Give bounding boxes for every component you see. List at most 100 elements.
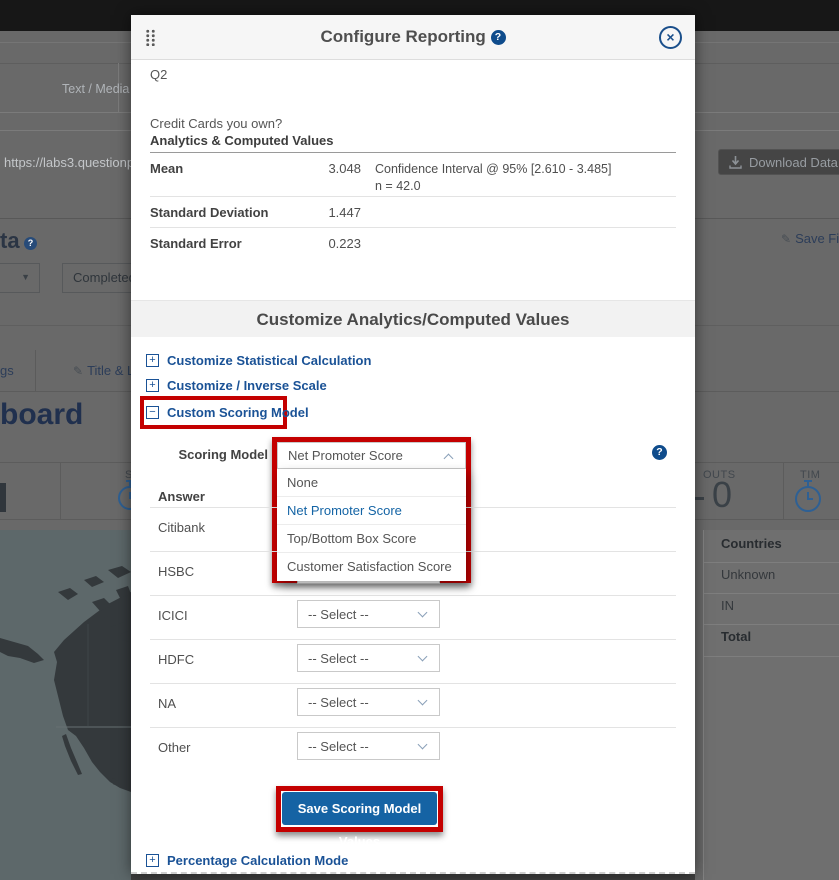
divider <box>150 152 676 153</box>
select-placeholder: -- Select -- <box>308 739 369 754</box>
countries-total-row: Total <box>704 629 839 644</box>
divider <box>150 683 676 684</box>
title-layout-label: Title & L <box>87 363 134 378</box>
section-percentage-calculation-mode[interactable]: + Percentage Calculation Mode <box>146 853 348 868</box>
background-behind-modal <box>131 874 695 880</box>
download-data-label: Download Data <box>749 155 838 170</box>
select-placeholder: -- Select -- <box>308 651 369 666</box>
divider <box>704 656 839 657</box>
expand-icon: + <box>146 854 159 867</box>
help-icon[interactable]: ? <box>652 445 667 460</box>
dropdown-option-customer-satisfaction-score[interactable]: Customer Satisfaction Score <box>277 553 466 581</box>
stat-label: Standard Error <box>150 236 242 251</box>
divider <box>704 562 839 563</box>
divider <box>150 227 676 228</box>
text-media-dropdown[interactable]: Text / Media ▾ <box>62 81 139 96</box>
data-heading-text: ta <box>0 228 20 253</box>
pencil-icon: ✎ <box>781 232 791 246</box>
confidence-interval: Confidence Interval @ 95% [2.610 - 3.485… <box>375 161 611 178</box>
stat-note: Confidence Interval @ 95% [2.610 - 3.485… <box>375 161 611 195</box>
screen: Text / Media ▾ https://labs3.questionpr … <box>0 0 839 880</box>
answer-select-other[interactable]: -- Select -- <box>297 732 440 760</box>
analytics-header: Analytics & Computed Values <box>150 133 334 148</box>
answer-row-label: HSBC <box>158 564 194 579</box>
dropdown-option-net-promoter-score[interactable]: Net Promoter Score <box>277 497 466 525</box>
divider <box>704 593 839 594</box>
data-page-heading: ta ? <box>0 228 37 254</box>
answer-select-icici[interactable]: -- Select -- <box>297 600 440 628</box>
expand-icon: + <box>146 354 159 367</box>
world-map[interactable] <box>0 530 131 880</box>
section-label: Custom Scoring Model <box>167 405 309 420</box>
save-scoring-model-button[interactable]: Save Scoring Model Values <box>282 792 437 825</box>
help-icon[interactable]: ? <box>24 237 37 250</box>
chevron-down-icon <box>418 652 428 662</box>
chevron-down-icon <box>418 608 428 618</box>
answer-select-hdfc[interactable]: -- Select -- <box>297 644 440 672</box>
countries-header: Countries <box>704 536 839 551</box>
section-label: Percentage Calculation Mode <box>167 853 348 868</box>
pencil-icon: ✎ <box>73 364 83 378</box>
section-customize-inverse-scale[interactable]: + Customize / Inverse Scale <box>146 378 327 393</box>
answer-column-header: Answer <box>158 489 205 504</box>
scoring-model-select[interactable]: Net Promoter Score <box>277 442 466 469</box>
section-label: Customize / Inverse Scale <box>167 378 327 393</box>
divider <box>150 727 676 728</box>
modal-title-row: Configure Reporting ? <box>131 27 695 47</box>
customize-section-header: Customize Analytics/Computed Values <box>131 300 695 337</box>
section-customize-statistical-calculation[interactable]: + Customize Statistical Calculation <box>146 353 371 368</box>
stopwatch-icon <box>792 479 824 515</box>
divider <box>60 462 61 519</box>
scoring-model-selected-value: Net Promoter Score <box>288 448 403 463</box>
scoring-model-label: Scoring Model <box>161 447 268 462</box>
divider <box>35 350 36 391</box>
answer-row-label: NA <box>158 696 176 711</box>
settings-tab[interactable]: gs <box>0 363 14 378</box>
chevron-up-icon <box>444 454 454 464</box>
country-row[interactable]: Unknown <box>704 567 839 582</box>
stat-value: 0.223 <box>291 236 361 251</box>
divider <box>150 639 676 640</box>
help-icon[interactable]: ? <box>491 30 506 45</box>
stat-dash <box>695 497 704 500</box>
title-layout-tab[interactable]: ✎ Title & L <box>73 363 134 378</box>
answer-row-label: HDFC <box>158 652 194 667</box>
select-placeholder: -- Select -- <box>308 607 369 622</box>
configure-reporting-modal: Configure Reporting ? × Q2 Credit Cards … <box>131 15 695 874</box>
close-icon[interactable]: × <box>659 26 682 49</box>
stat-label: Mean <box>150 161 183 176</box>
countries-card: Countries Unknown IN Total <box>703 530 839 880</box>
divider <box>704 624 839 625</box>
modal-header: Configure Reporting ? × <box>131 15 695 60</box>
scoring-model-dropdown-list: None Net Promoter Score Top/Bottom Box S… <box>277 469 466 581</box>
answer-select-na[interactable]: -- Select -- <box>297 688 440 716</box>
download-data-button[interactable]: Download Data <box>718 149 839 175</box>
chevron-down-icon <box>418 740 428 750</box>
section-label: Customize Statistical Calculation <box>167 353 371 368</box>
divider <box>150 595 676 596</box>
stat-value: 3.048 <box>291 161 361 176</box>
answer-row-label: ICICI <box>158 608 188 623</box>
save-filter-link[interactable]: ✎Save Filt <box>781 231 839 246</box>
caret-down-icon: ▼ <box>21 272 30 282</box>
dropdown-option-none[interactable]: None <box>277 469 466 497</box>
filter-dropdown[interactable]: ▼ <box>0 263 40 293</box>
expand-icon: + <box>146 379 159 392</box>
dashboard-heading: board <box>0 398 83 432</box>
answer-row-label: Other <box>158 740 191 755</box>
chevron-down-icon <box>418 696 428 706</box>
modal-title: Configure Reporting <box>321 27 486 46</box>
question-text: Credit Cards you own? <box>150 116 282 131</box>
section-custom-scoring-model[interactable]: − Custom Scoring Model <box>146 405 309 420</box>
dropdown-option-top-bottom-box-score[interactable]: Top/Bottom Box Score <box>277 525 466 553</box>
completed-label: Completed <box>73 270 136 285</box>
country-row[interactable]: IN <box>704 598 839 613</box>
answer-row-label: Citibank <box>158 520 205 535</box>
collapse-icon: − <box>146 406 159 419</box>
sample-size: n = 42.0 <box>375 178 611 195</box>
dropouts-stat-value: 0 <box>712 474 732 516</box>
settings-tab-label: gs <box>0 363 14 378</box>
divider <box>150 196 676 197</box>
text-media-label: Text / Media <box>62 82 129 96</box>
stat-label: Standard Deviation <box>150 205 268 220</box>
